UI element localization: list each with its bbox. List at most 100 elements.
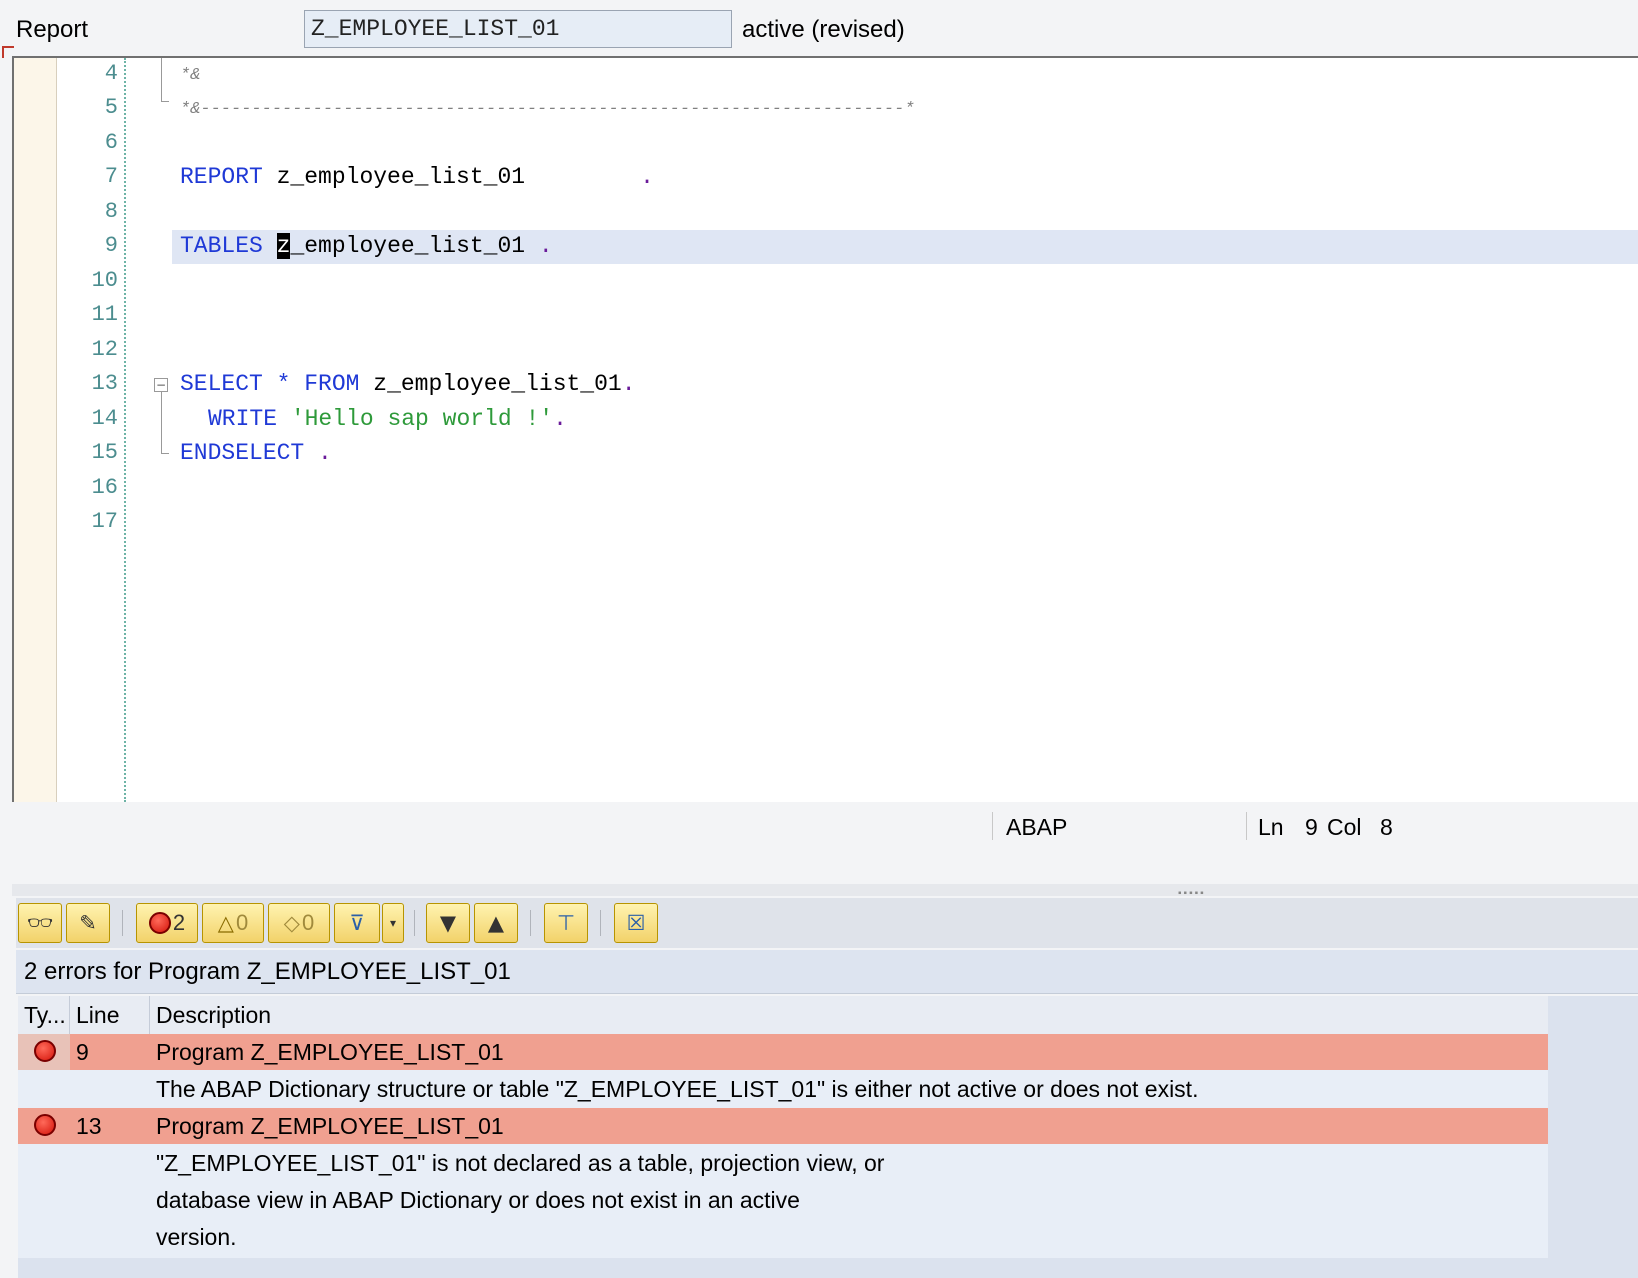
code-editor[interactable]: 4 5 6 7 8 9 10 11 12 13 14 15 16 17 *& *…: [12, 56, 1638, 802]
message-list-title: 2 errors for Program Z_EMPLOYEE_LIST_01: [16, 950, 1638, 994]
message-row[interactable]: 13 Program Z_EMPLOYEE_LIST_01: [18, 1108, 1548, 1144]
line-number: 11: [91, 302, 118, 327]
object-type-label: Report: [16, 16, 89, 43]
line-label: Ln: [1258, 814, 1284, 840]
comment-text: *&: [180, 66, 201, 85]
warnings-filter-button[interactable]: △ 0: [202, 903, 264, 943]
filter-dropdown-button[interactable]: ▾: [382, 903, 404, 943]
toolbar-separator: [122, 910, 123, 936]
message-title[interactable]: Program Z_EMPLOYEE_LIST_01: [156, 1108, 504, 1144]
period: .: [318, 440, 332, 466]
line-number: 6: [104, 130, 118, 155]
text-cursor: z: [276, 233, 291, 259]
column-header-line[interactable]: Line: [70, 996, 150, 1034]
errors-filter-button[interactable]: 2: [136, 903, 198, 943]
display-button[interactable]: 👓︎: [18, 903, 62, 943]
column-header-description[interactable]: Description: [150, 996, 1548, 1034]
line-number: 13: [91, 371, 118, 396]
grid-header: Ty... Line Description: [18, 996, 1548, 1035]
column-header-type[interactable]: Ty...: [18, 996, 70, 1034]
info-filter-button[interactable]: ◇ 0: [268, 903, 330, 943]
close-icon: ☒: [626, 911, 646, 935]
message-toolbar: 👓︎ ✎ 2 △ 0 ◇ 0 ⊽ ▾ ▼ ▲ ⊤ ☒: [16, 898, 1638, 948]
description-text: The ABAP Dictionary structure or table "…: [156, 1076, 1199, 1102]
fold-guide-end: [161, 453, 169, 454]
period: .: [621, 371, 636, 397]
message-description: The ABAP Dictionary structure or table "…: [18, 1070, 1548, 1108]
line-number: 9: [104, 233, 118, 258]
period: .: [553, 406, 567, 432]
message-line[interactable]: 13: [76, 1108, 102, 1144]
filter-button[interactable]: ⊽: [334, 903, 380, 943]
line-number: 4: [104, 61, 118, 86]
toolbar-separator: [530, 910, 531, 936]
pin-button[interactable]: ⊤: [544, 903, 588, 943]
arrow-down-icon: ▼: [439, 911, 457, 935]
fold-guide-end: [161, 101, 169, 102]
pane-splitter[interactable]: [12, 884, 1638, 896]
code-line-7[interactable]: REPORT z_employee_list_01.: [180, 159, 1638, 195]
editor-status-bar: ABAP Ln 9 Col 8: [0, 802, 1638, 850]
message-title[interactable]: Program Z_EMPLOYEE_LIST_01: [156, 1034, 504, 1070]
line-number: 15: [91, 440, 118, 465]
line-number: 12: [91, 337, 118, 362]
keyword: ENDSELECT: [180, 440, 305, 466]
program-name-field[interactable]: Z_EMPLOYEE_LIST_01: [304, 10, 732, 48]
keyword: SELECT: [180, 371, 263, 397]
line-value: 9: [1305, 814, 1318, 840]
line-number: 14: [91, 406, 118, 431]
glasses-icon: 👓︎: [26, 910, 54, 935]
toolbar-separator: [600, 910, 601, 936]
string-literal: 'Hello sap world !': [290, 406, 554, 432]
code-line-9[interactable]: TABLES z_employee_list_01 .: [180, 228, 1638, 264]
identifier: z_employee_list_01: [359, 371, 622, 397]
status-separator: [1246, 812, 1247, 840]
fold-toggle-icon[interactable]: −: [154, 378, 168, 392]
error-icon: [148, 912, 171, 934]
column-value: 8: [1380, 814, 1393, 840]
status-separator: [992, 812, 993, 840]
description-text: version.: [156, 1224, 237, 1250]
pencil-icon: ✎: [79, 911, 97, 935]
identifier: z_employee_list_01: [262, 164, 526, 190]
gutter-separator: [124, 58, 126, 802]
period: .: [640, 164, 654, 190]
warning-count: 0: [235, 910, 249, 935]
line-number: 7: [104, 164, 118, 189]
operator: *: [262, 371, 305, 397]
arrow-up-icon: ▲: [487, 911, 505, 935]
line-number: 16: [91, 475, 118, 500]
description-text: "Z_EMPLOYEE_LIST_01" is not declared as …: [156, 1150, 885, 1176]
message-line[interactable]: 9: [76, 1034, 89, 1070]
error-count: 2: [172, 910, 186, 935]
code-line-13[interactable]: SELECT * FROM z_employee_list_01.: [180, 366, 1638, 402]
keyword: REPORT: [180, 164, 263, 190]
line-number: 5: [104, 95, 118, 120]
error-icon: [34, 1114, 56, 1136]
line-number: 17: [91, 509, 118, 534]
fold-guide: [161, 58, 162, 102]
close-messages-button[interactable]: ☒: [614, 903, 658, 943]
comment-text: *&--------------------------------------…: [180, 100, 915, 119]
code-line-4[interactable]: *&: [180, 58, 1638, 94]
code-line-5[interactable]: *&--------------------------------------…: [180, 92, 1638, 128]
next-message-button[interactable]: ▼: [426, 903, 470, 943]
keyword: TABLES: [180, 233, 263, 259]
program-status: active (revised): [742, 16, 905, 43]
previous-message-button[interactable]: ▲: [474, 903, 518, 943]
fold-guide: [161, 392, 162, 454]
info-count: 0: [301, 910, 315, 935]
edit-button[interactable]: ✎: [66, 903, 110, 943]
code-line-15[interactable]: ENDSELECT .: [180, 435, 1638, 471]
keyword: FROM: [304, 371, 360, 397]
message-row[interactable]: 9 Program Z_EMPLOYEE_LIST_01: [18, 1034, 1548, 1070]
message-description: "Z_EMPLOYEE_LIST_01" is not declared as …: [18, 1144, 1548, 1258]
identifier: _employee_list_01: [290, 233, 539, 259]
code-line-14[interactable]: WRITE 'Hello sap world !'.: [208, 401, 1638, 437]
description-text: database view in ABAP Dictionary or does…: [156, 1187, 800, 1213]
line-number: 10: [91, 268, 118, 293]
breakpoint-strip[interactable]: [14, 58, 57, 802]
period: .: [538, 233, 553, 259]
pin-icon: ⊤: [556, 911, 576, 935]
line-number: 8: [104, 199, 118, 224]
